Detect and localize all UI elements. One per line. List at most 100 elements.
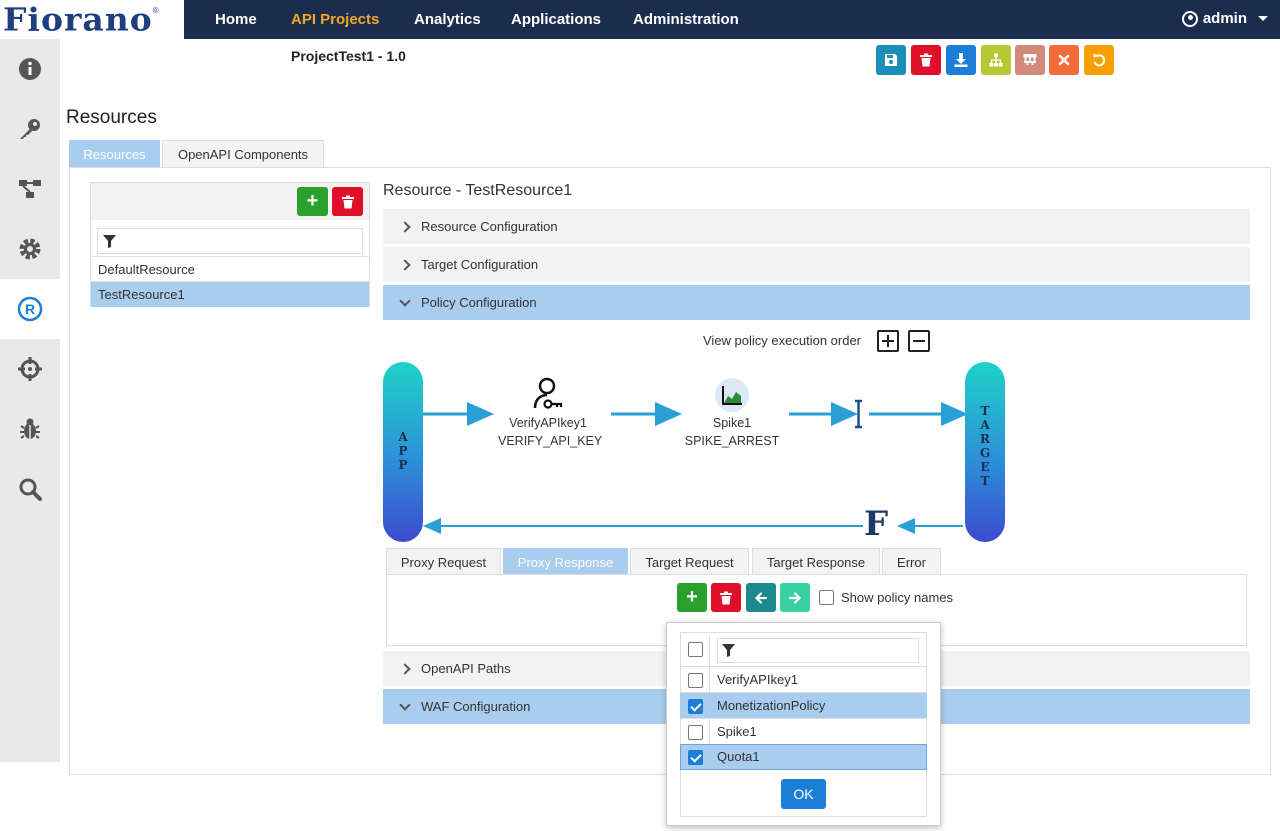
- download-button[interactable]: [946, 45, 976, 75]
- chart-icon: [715, 378, 749, 412]
- delete-resource-button[interactable]: [332, 187, 363, 216]
- trash-icon: [341, 195, 354, 208]
- policy-option-label: MonetizationPolicy: [717, 698, 826, 713]
- save-button[interactable]: [876, 45, 906, 75]
- tab-openapi-components[interactable]: OpenAPI Components: [162, 140, 324, 168]
- resource-item-testresource1[interactable]: TestResource1: [91, 281, 369, 307]
- app-label-text: APP: [398, 430, 408, 472]
- accordion-label: Policy Configuration: [421, 295, 537, 310]
- tab-error[interactable]: Error: [882, 548, 941, 575]
- nav-applications[interactable]: Applications: [511, 11, 601, 28]
- fiorano-logo[interactable]: Fiorano ®: [0, 0, 184, 39]
- trash-icon: [920, 53, 932, 67]
- save-icon: [885, 54, 897, 66]
- policy-option-quota1[interactable]: Quota1: [680, 744, 927, 770]
- deploy-button[interactable]: [1015, 45, 1045, 75]
- logo-registered-mark: ®: [152, 6, 159, 15]
- resource-list: + DefaultResource TestResource1: [90, 182, 370, 307]
- nav-administration[interactable]: Administration: [633, 11, 739, 28]
- trash-icon: [720, 591, 732, 604]
- policy-type: SPIKE_ARREST: [684, 434, 780, 448]
- policy-checkbox[interactable]: [688, 750, 703, 765]
- target-endpoint: TARGET: [965, 362, 1005, 542]
- select-all-checkbox[interactable]: [688, 642, 703, 657]
- chevron-down-icon: [1258, 16, 1268, 21]
- deploy-icon: [1023, 54, 1037, 65]
- accordion-policy-configuration[interactable]: Policy Configuration: [383, 285, 1250, 320]
- tab-proxy-request[interactable]: Proxy Request: [386, 548, 501, 575]
- crosshair-icon: [18, 357, 42, 381]
- registered-icon: R: [17, 296, 43, 322]
- tab-target-request[interactable]: Target Request: [630, 548, 749, 575]
- nav-analytics[interactable]: Analytics: [414, 11, 481, 28]
- policy-option-spike1[interactable]: Spike1: [680, 718, 927, 744]
- nav-home[interactable]: Home: [215, 11, 257, 28]
- delete-policy-button[interactable]: [711, 583, 741, 612]
- accordion-label: Resource Configuration: [421, 219, 558, 234]
- gear-icon: [19, 238, 41, 260]
- close-icon: [1058, 54, 1070, 66]
- resource-item-default[interactable]: DefaultResource: [91, 256, 369, 282]
- bug-icon: [20, 418, 40, 439]
- chevron-right-icon: [399, 220, 411, 233]
- user-circle-icon: [1181, 10, 1198, 27]
- accordion-target-configuration[interactable]: Target Configuration: [383, 247, 1250, 282]
- accordion-label: WAF Configuration: [421, 699, 531, 714]
- show-policy-names-checkbox[interactable]: [819, 590, 834, 605]
- sidebar-item-settings[interactable]: [0, 219, 60, 279]
- accordion-resource-configuration[interactable]: Resource Configuration: [383, 209, 1250, 244]
- key-icon: [20, 119, 40, 139]
- target-label-text: TARGET: [980, 404, 991, 488]
- sidebar: R: [0, 39, 60, 762]
- arrow-right-icon: [788, 591, 802, 604]
- fiorano-f-logo: F: [864, 504, 889, 544]
- app-label: APP: [383, 430, 423, 472]
- sidebar-item-keys[interactable]: [0, 99, 60, 159]
- svg-text:R: R: [25, 301, 35, 317]
- info-icon: [19, 58, 41, 80]
- policy-filter-input[interactable]: [717, 638, 919, 663]
- policy-checkbox[interactable]: [688, 699, 703, 714]
- sidebar-item-target[interactable]: [0, 339, 60, 399]
- undo-icon: [1093, 54, 1106, 67]
- delete-project-button[interactable]: [911, 45, 941, 75]
- undo-button[interactable]: [1084, 45, 1114, 75]
- view-order-label: View policy execution order: [703, 333, 862, 348]
- add-policy-button[interactable]: +: [677, 583, 707, 612]
- policy-option-label: Spike1: [717, 724, 757, 739]
- ok-button[interactable]: OK: [781, 779, 826, 809]
- tab-proxy-response[interactable]: Proxy Response: [503, 548, 628, 575]
- hierarchy-button[interactable]: [981, 45, 1011, 75]
- policy-option-label: VerifyAPIkey1: [717, 672, 798, 687]
- tab-resources[interactable]: Resources: [69, 140, 160, 168]
- resource-filter-input[interactable]: [97, 228, 363, 254]
- sidebar-item-info[interactable]: [0, 39, 60, 99]
- nav-api-projects[interactable]: API Projects: [291, 11, 379, 28]
- close-button[interactable]: [1049, 45, 1079, 75]
- collapse-order-button[interactable]: [908, 330, 930, 352]
- move-left-button[interactable]: [746, 583, 776, 612]
- chevron-right-icon: [399, 662, 411, 675]
- project-title: ProjectTest1 - 1.0: [291, 48, 406, 64]
- hierarchy-icon: [989, 53, 1003, 67]
- policy-node-verifyapikey1[interactable]: VerifyAPIkey1 VERIFY_API_KEY: [498, 376, 603, 450]
- tab-target-response[interactable]: Target Response: [752, 548, 880, 575]
- policy-type: VERIFY_API_KEY: [498, 434, 603, 448]
- flow-icon: [19, 180, 41, 198]
- sidebar-item-resources[interactable]: R: [0, 279, 60, 339]
- expand-order-button[interactable]: [877, 330, 899, 352]
- filter-icon: [103, 235, 116, 248]
- policy-checkbox[interactable]: [688, 725, 703, 740]
- policy-node-spike1[interactable]: Spike1 SPIKE_ARREST: [682, 376, 782, 450]
- resource-detail-title: Resource - TestResource1: [383, 182, 573, 199]
- user-menu[interactable]: admin: [1181, 10, 1268, 27]
- move-right-button[interactable]: [780, 583, 810, 612]
- add-resource-button[interactable]: +: [297, 187, 328, 216]
- sidebar-item-debug[interactable]: [0, 399, 60, 459]
- policy-option-verifyapikey1[interactable]: VerifyAPIkey1: [680, 666, 927, 692]
- sidebar-item-flow[interactable]: [0, 159, 60, 219]
- resource-list-header: +: [91, 183, 369, 220]
- sidebar-item-search[interactable]: [0, 459, 60, 519]
- policy-checkbox[interactable]: [688, 673, 703, 688]
- policy-option-monetizationpolicy[interactable]: MonetizationPolicy: [680, 692, 927, 718]
